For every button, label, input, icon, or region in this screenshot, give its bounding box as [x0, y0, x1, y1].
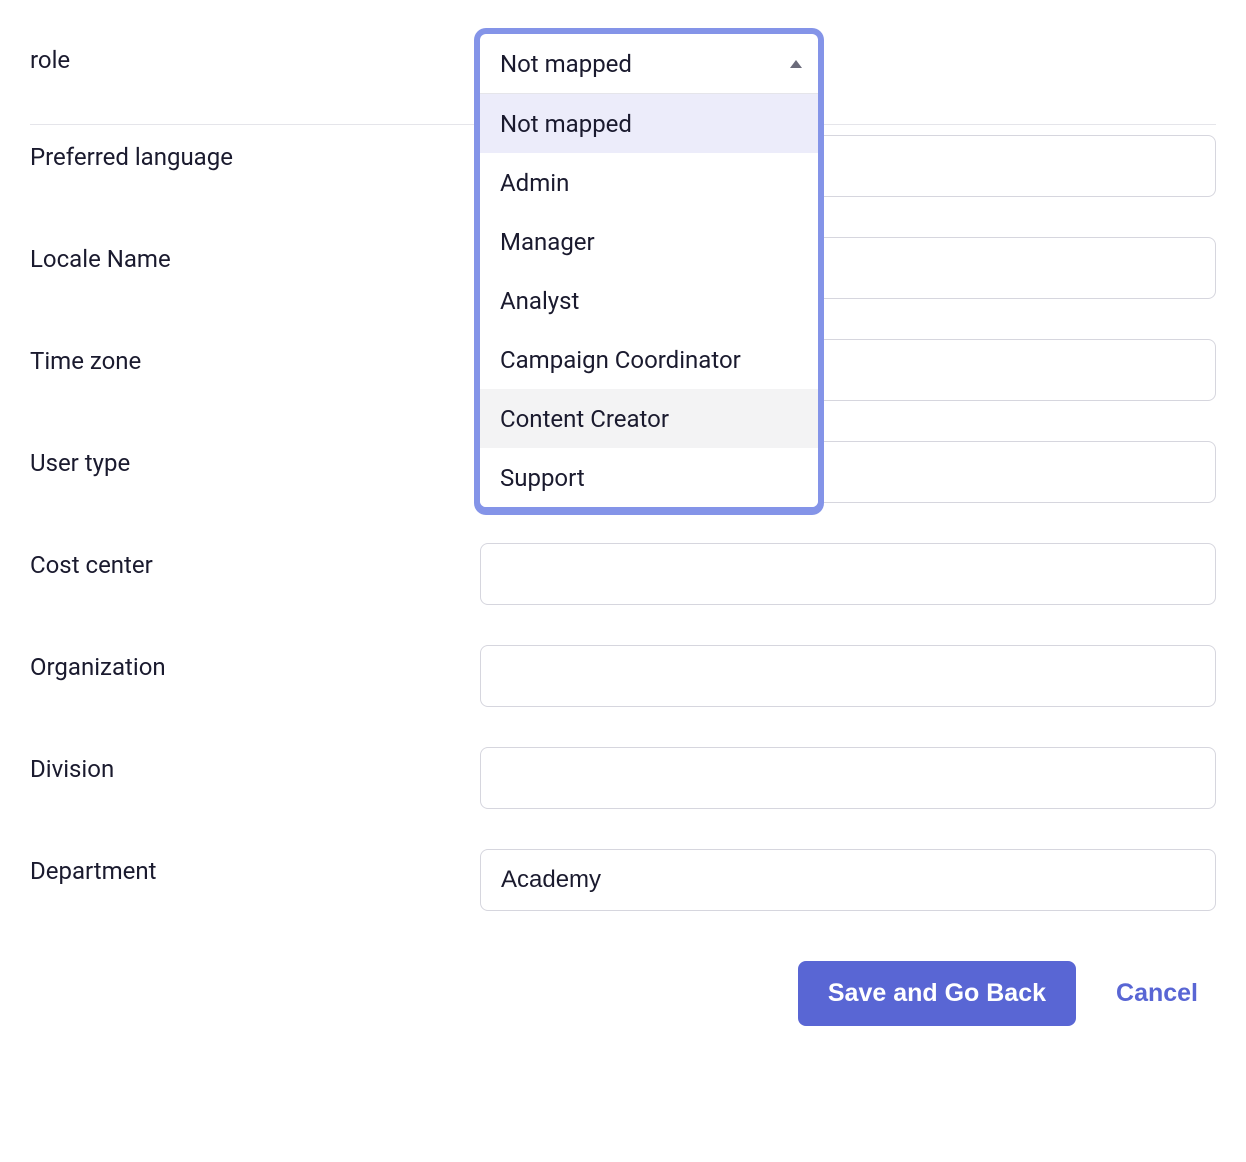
label-organization: Organization	[30, 645, 480, 681]
row-organization: Organization	[30, 625, 1216, 727]
label-division: Division	[30, 747, 480, 783]
label-user-type: User type	[30, 441, 480, 477]
input-cost-center[interactable]	[480, 543, 1216, 605]
label-cost-center: Cost center	[30, 543, 480, 579]
label-time-zone: Time zone	[30, 339, 480, 375]
role-dropdown-selected[interactable]: Not mapped	[480, 34, 818, 94]
role-option-manager[interactable]: Manager	[480, 212, 818, 271]
input-organization[interactable]	[480, 645, 1216, 707]
label-role: role	[30, 38, 480, 74]
role-dropdown-list: Not mapped Admin Manager Analyst Campaig…	[480, 94, 818, 507]
label-department: Department	[30, 849, 480, 885]
role-option-support[interactable]: Support	[480, 448, 818, 507]
row-department: Department	[30, 829, 1216, 931]
label-locale-name: Locale Name	[30, 237, 480, 273]
row-cost-center: Cost center	[30, 523, 1216, 625]
save-button[interactable]: Save and Go Back	[798, 961, 1076, 1026]
input-department[interactable]	[480, 849, 1216, 911]
role-option-campaign-coordinator[interactable]: Campaign Coordinator	[480, 330, 818, 389]
role-option-not-mapped[interactable]: Not mapped	[480, 94, 818, 153]
label-preferred-language: Preferred language	[30, 135, 480, 171]
caret-up-icon	[790, 60, 802, 68]
row-division: Division	[30, 727, 1216, 829]
role-dropdown[interactable]: Not mapped Not mapped Admin Manager Anal…	[474, 28, 824, 515]
role-option-admin[interactable]: Admin	[480, 153, 818, 212]
role-dropdown-selected-text: Not mapped	[500, 50, 632, 78]
cancel-button[interactable]: Cancel	[1116, 979, 1198, 1008]
role-option-content-creator[interactable]: Content Creator	[480, 389, 818, 448]
input-division[interactable]	[480, 747, 1216, 809]
actions-row: Save and Go Back Cancel	[30, 931, 1216, 1026]
role-option-analyst[interactable]: Analyst	[480, 271, 818, 330]
